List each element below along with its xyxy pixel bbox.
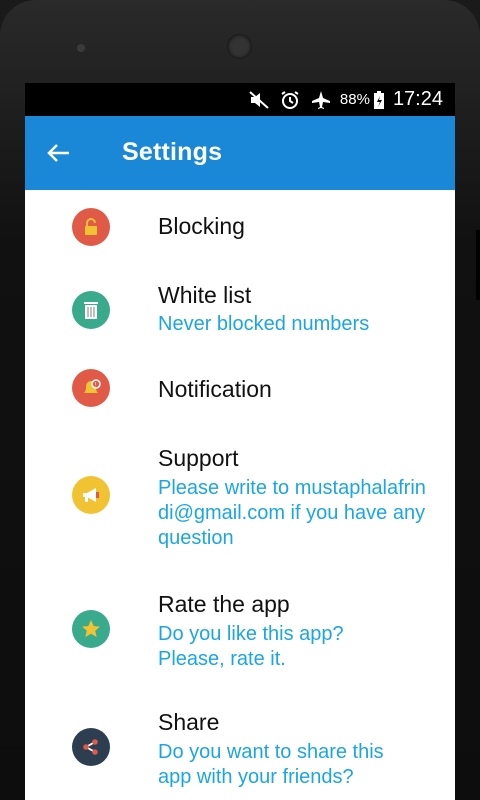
- item-subtitle: Never blocked numbers: [158, 313, 370, 335]
- item-title: Rate the app: [158, 591, 290, 617]
- item-title: White list: [158, 282, 252, 308]
- trash-icon: [72, 291, 110, 329]
- item-title: Share: [158, 709, 220, 735]
- alarm-icon: [280, 90, 300, 110]
- item-subtitle: Please write to mustaphalafrindi@gmail.c…: [158, 477, 426, 549]
- settings-item-share[interactable]: Share Do you want to share this app with…: [25, 701, 455, 800]
- clock: 17:24: [392, 88, 443, 110]
- side-button: [476, 230, 480, 300]
- star-icon: [72, 610, 110, 648]
- settings-item-white-list[interactable]: White list Never blocked numbers: [25, 265, 455, 357]
- airplane-mode-icon: [310, 90, 332, 110]
- bell-icon: !: [72, 369, 110, 407]
- settings-item-support[interactable]: Support Please write to mustaphalafrindi…: [25, 437, 455, 583]
- settings-item-blocking[interactable]: Blocking: [25, 190, 455, 265]
- settings-item-rate-the-app[interactable]: Rate the app Do you like this app? Pleas…: [25, 583, 455, 701]
- muted-icon: [248, 90, 270, 110]
- status-bar: 88% 17:24: [25, 83, 455, 116]
- phone-frame: 88% 17:24 Settings Blocking White list N…: [0, 0, 480, 800]
- page-title: Settings: [122, 138, 223, 166]
- item-title: Notification: [158, 376, 272, 402]
- megaphone-icon: [72, 476, 110, 514]
- lock-icon: [72, 208, 110, 246]
- app-bar: Settings: [25, 116, 455, 190]
- settings-item-notification[interactable]: ! Notification: [25, 357, 455, 437]
- screen: 88% 17:24 Settings Blocking White list N…: [25, 83, 455, 800]
- item-subtitle: Do you want to share this app with your …: [158, 741, 384, 788]
- item-subtitle: Do you like this app? Please, rate it.: [158, 623, 344, 670]
- item-title: Blocking: [158, 213, 245, 239]
- share-icon: [72, 728, 110, 766]
- front-camera: [227, 34, 252, 59]
- battery-percent: 88%: [339, 91, 370, 108]
- sensor-dot: [77, 44, 85, 52]
- back-arrow-icon[interactable]: [43, 138, 73, 168]
- item-title: Support: [158, 445, 239, 471]
- battery-charging-icon: [373, 90, 385, 110]
